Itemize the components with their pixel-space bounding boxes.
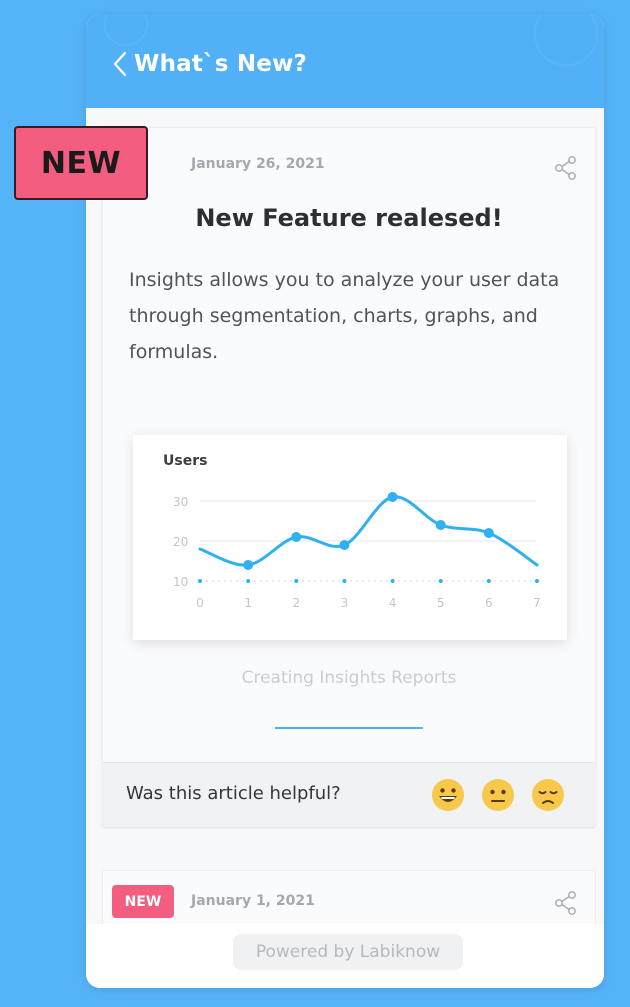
- x-tick-dot: [486, 579, 491, 583]
- article-title: New Feature realesed!: [195, 204, 503, 232]
- disappointed-face-icon[interactable]: [531, 778, 565, 812]
- article-card: January 26, 2021 New Feature realesed! I…: [102, 127, 596, 828]
- y-tick-label: 20: [173, 535, 188, 549]
- article-caption: Creating Insights Reports: [241, 668, 457, 688]
- data-point: [291, 532, 302, 542]
- article-body: Insights allows you to analyze your user…: [129, 269, 560, 363]
- x-tick-dot: [342, 579, 347, 583]
- whats-new-widget: What`s New? January 26, 2021 New Feature…: [86, 14, 604, 988]
- grinning-face-icon[interactable]: [431, 778, 465, 812]
- page-title: What`s New?: [134, 51, 308, 77]
- new-badge-small: NEW: [112, 885, 174, 918]
- widget-header: What`s New?: [86, 14, 604, 108]
- data-point: [339, 540, 350, 550]
- share-icon[interactable]: [555, 891, 577, 915]
- chevron-left-icon: [113, 51, 127, 77]
- x-tick-label: 7: [533, 596, 541, 610]
- x-tick-label: 2: [292, 596, 300, 610]
- x-tick-label: 5: [437, 596, 445, 610]
- x-tick-dot: [438, 579, 443, 583]
- y-tick-label: 10: [173, 575, 188, 589]
- x-tick-label: 4: [389, 596, 397, 610]
- x-tick-dot: [198, 579, 202, 583]
- feedback-bar: Was this article helpful?: [103, 762, 595, 828]
- x-tick-dot: [535, 579, 539, 583]
- chart-container: Users 10 20 30 0 1 2 3 4 5 6 7: [133, 435, 567, 640]
- x-tick-label: 3: [341, 596, 349, 610]
- x-tick-label: 0: [196, 596, 204, 610]
- x-tick-dot: [246, 579, 251, 583]
- line-chart: 10 20 30 0 1 2 3 4 5 6 7: [173, 492, 541, 610]
- data-point: [243, 560, 254, 570]
- article2-date: January 1, 2021: [191, 893, 315, 909]
- data-point: [483, 528, 494, 538]
- feedback-question: Was this article helpful?: [126, 783, 341, 804]
- x-tick-label: 6: [485, 596, 493, 610]
- x-tick-label: 1: [244, 596, 252, 610]
- x-tick-dot: [294, 579, 299, 583]
- data-point: [387, 492, 398, 502]
- share-icon[interactable]: [555, 156, 577, 180]
- x-tick-dot: [390, 579, 395, 583]
- caption-underline: [275, 727, 423, 729]
- neutral-face-icon[interactable]: [481, 778, 515, 812]
- back-button[interactable]: What`s New?: [112, 44, 307, 84]
- data-point: [435, 520, 446, 530]
- article-date: January 26, 2021: [191, 156, 325, 172]
- y-tick-label: 30: [173, 495, 188, 509]
- new-badge: NEW: [14, 126, 148, 200]
- powered-by-link[interactable]: Powered by Labiknow: [233, 934, 463, 970]
